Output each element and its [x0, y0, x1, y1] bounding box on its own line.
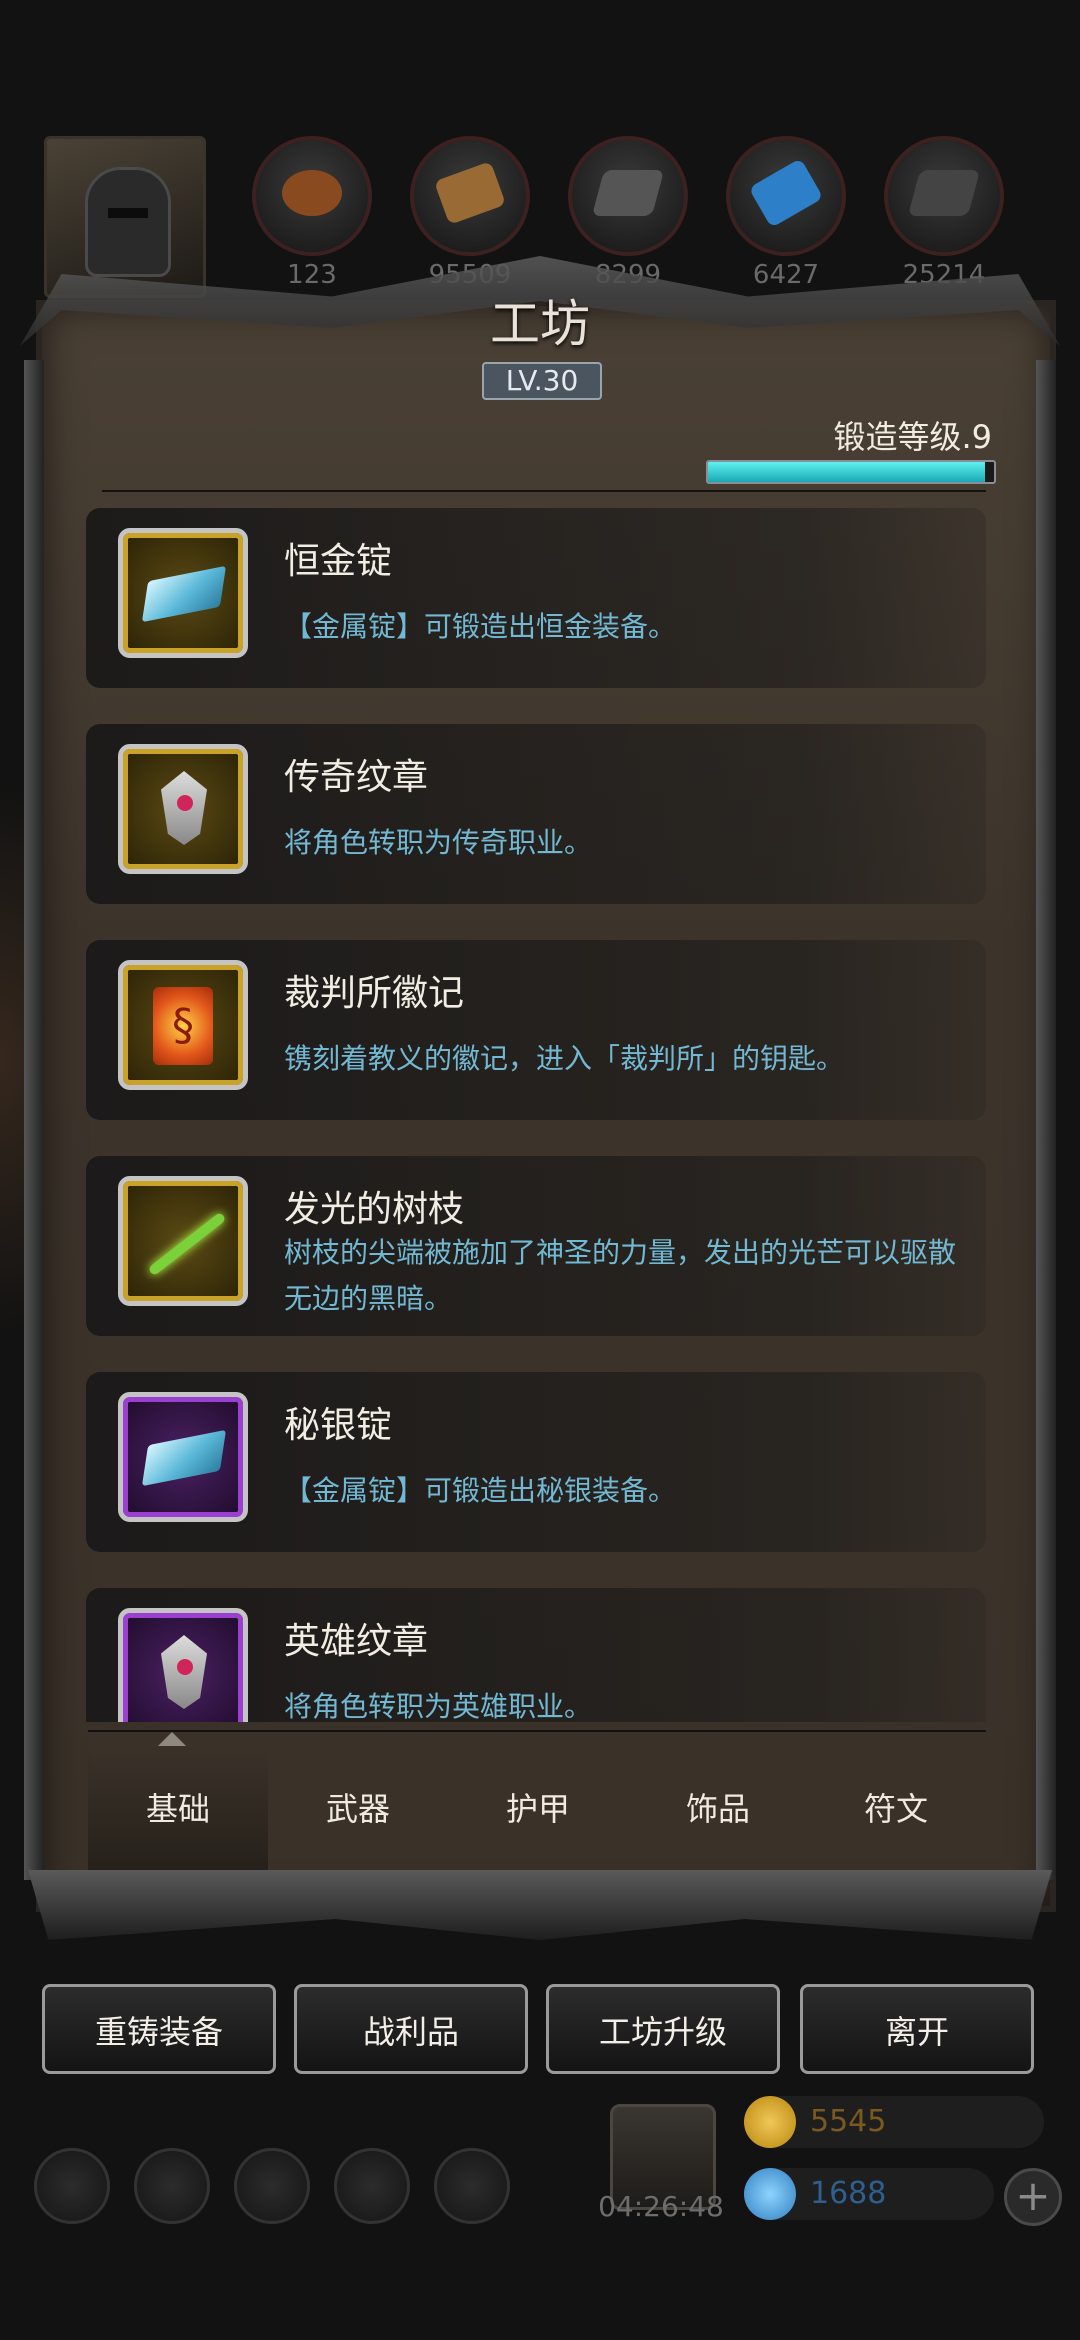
- add-currency-button[interactable]: +: [1004, 2168, 1062, 2226]
- resource-wood[interactable]: 123: [252, 136, 372, 290]
- item-title: 裁判所徽记: [284, 973, 465, 1014]
- resource-steel[interactable]: 25214: [884, 136, 1004, 290]
- character-portrait[interactable]: [44, 136, 206, 298]
- category-tabs: 基础 武器 护甲 饰品 符文: [88, 1732, 986, 1872]
- divider: [88, 1730, 986, 1732]
- gem-currency: 1688: [744, 2168, 994, 2220]
- gold-currency: 5545: [744, 2096, 1044, 2148]
- tab-basic[interactable]: 基础: [88, 1746, 268, 1872]
- gold-amount: 5545: [810, 2104, 887, 2139]
- forge-level-label: 锻造等级.9: [833, 418, 992, 456]
- frame-right: [1036, 360, 1056, 1880]
- reforge-equipment-button[interactable]: 重铸装备: [42, 1984, 276, 2074]
- divider: [102, 490, 986, 492]
- item-description: 【金属锭】可锻造出秘银装备。: [284, 1474, 677, 1507]
- crest-icon: [161, 1635, 207, 1709]
- tab-armor[interactable]: 护甲: [448, 1746, 628, 1872]
- resource-crystal[interactable]: 6427: [726, 136, 846, 290]
- gift-timer: 04:26:48: [598, 2190, 724, 2223]
- item-icon-frame: [118, 744, 248, 874]
- item-icon-frame: [118, 1392, 248, 1522]
- ornate-frame-bottom: [28, 1870, 1052, 1940]
- crest-icon: [161, 771, 207, 845]
- list-item[interactable]: 秘银锭 【金属锭】可锻造出秘银装备。: [86, 1372, 986, 1552]
- active-tab-indicator: [158, 1732, 186, 1746]
- gem-amount: 1688: [810, 2176, 887, 2211]
- forge-progress-bar: [706, 460, 996, 484]
- list-item[interactable]: 英雄纹章 将角色转职为英雄职业。: [86, 1588, 986, 1722]
- workshop-upgrade-button[interactable]: 工坊升级: [546, 1984, 780, 2074]
- item-title: 恒金锭: [284, 541, 393, 582]
- item-description: 将角色转职为传奇职业。: [284, 826, 593, 859]
- list-item[interactable]: § 裁判所徽记 镌刻着教义的徽记，进入「裁判所」的钥匙。: [86, 940, 986, 1120]
- adamantium-ingot-icon: [141, 565, 227, 623]
- wood-log-icon: [282, 170, 342, 216]
- tab-weapons[interactable]: 武器: [268, 1746, 448, 1872]
- settings-icon[interactable]: [34, 2148, 110, 2224]
- list-item[interactable]: 恒金锭 【金属锭】可锻造出恒金装备。: [86, 508, 986, 688]
- item-title: 发光的树枝: [284, 1189, 465, 1230]
- glowing-branch-icon: [147, 1211, 227, 1277]
- mail-icon[interactable]: [334, 2148, 410, 2224]
- workshop-level-badge: LV.30: [482, 362, 602, 400]
- frame-left: [24, 360, 44, 1880]
- leave-button[interactable]: 离开: [800, 1984, 1034, 2074]
- tab-runes[interactable]: 符文: [806, 1746, 986, 1872]
- achievement-icon[interactable]: [134, 2148, 210, 2224]
- item-icon-frame: [118, 1608, 248, 1722]
- item-title: 英雄纹章: [284, 1621, 429, 1662]
- gem-icon: [744, 2168, 796, 2220]
- resource-iron[interactable]: 8299: [568, 136, 688, 290]
- mithril-ingot-icon: [141, 1429, 227, 1487]
- item-icon-frame: [118, 1176, 248, 1306]
- item-title: 秘银锭: [284, 1405, 393, 1446]
- list-item[interactable]: 发光的树枝 树枝的尖端被施加了神圣的力量，发出的光芒可以驱散无边的黑暗。: [86, 1156, 986, 1336]
- iron-bar-icon: [591, 170, 665, 216]
- map-icon[interactable]: [234, 2148, 310, 2224]
- item-description: 将角色转职为英雄职业。: [284, 1690, 593, 1722]
- gold-coin-icon: [744, 2096, 796, 2148]
- loot-button[interactable]: 战利品: [294, 1984, 528, 2074]
- inquisition-emblem-icon: §: [153, 987, 213, 1065]
- tab-accessories[interactable]: 饰品: [628, 1746, 808, 1872]
- item-list[interactable]: 恒金锭 【金属锭】可锻造出恒金装备。 传奇纹章 将角色转职为传奇职业。 § 裁判…: [86, 508, 986, 1722]
- steel-bar-icon: [907, 170, 981, 216]
- helmet-icon: [85, 167, 171, 277]
- forge-progress-fill: [708, 462, 986, 482]
- crystal-icon: [748, 158, 824, 228]
- shop-icon[interactable]: [434, 2148, 510, 2224]
- page-title: 工坊: [490, 295, 590, 353]
- item-icon-frame: [118, 528, 248, 658]
- item-icon-frame: §: [118, 960, 248, 1090]
- item-title: 传奇纹章: [284, 757, 429, 798]
- item-description: 树枝的尖端被施加了神圣的力量，发出的光芒可以驱散无边的黑暗。: [284, 1236, 957, 1315]
- item-description: 镌刻着教义的徽记，进入「裁判所」的钥匙。: [284, 1042, 845, 1075]
- item-description: 【金属锭】可锻造出恒金装备。: [284, 610, 677, 643]
- plank-icon: [433, 161, 507, 225]
- resource-plank[interactable]: 95509: [410, 136, 530, 290]
- list-item[interactable]: 传奇纹章 将角色转职为传奇职业。: [86, 724, 986, 904]
